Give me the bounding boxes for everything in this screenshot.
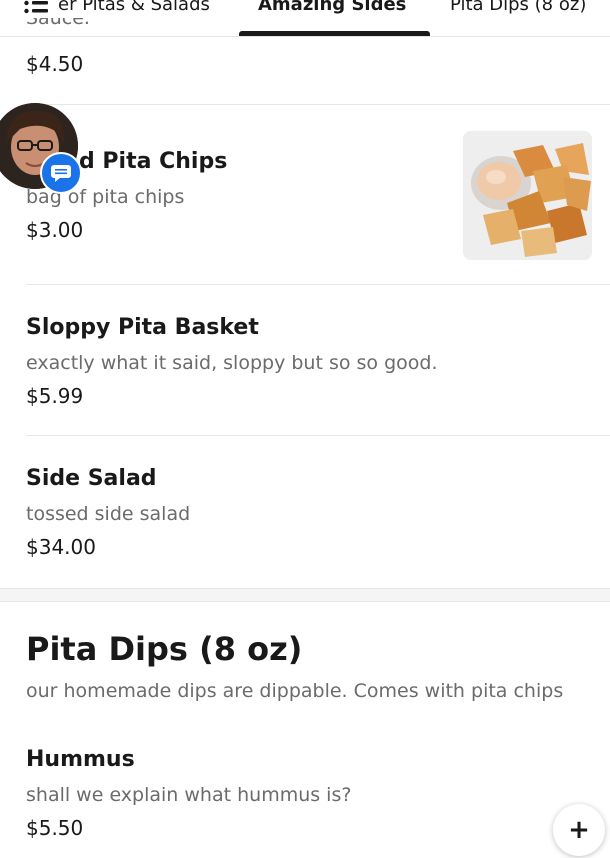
item-price: $34.00 bbox=[26, 535, 96, 559]
item-price: $5.50 bbox=[26, 816, 84, 840]
item-title: d Pita Chips bbox=[79, 149, 228, 174]
tab-pita-dips[interactable]: Pita Dips (8 oz) bbox=[450, 0, 586, 16]
section-separator bbox=[0, 588, 610, 602]
item-title: Side Salad bbox=[26, 466, 157, 491]
tab-pitas-salads[interactable]: er Pitas & Salads bbox=[58, 0, 210, 16]
divider bbox=[26, 104, 610, 105]
item-description: exactly what it said, sloppy but so so g… bbox=[26, 352, 438, 374]
list-icon[interactable] bbox=[24, 0, 50, 16]
item-price: $3.00 bbox=[26, 218, 84, 242]
divider bbox=[26, 435, 610, 436]
prev-item-price: $4.50 bbox=[26, 52, 84, 76]
plus-icon: + bbox=[568, 815, 590, 845]
divider bbox=[26, 284, 610, 285]
pita-chips-photo bbox=[463, 131, 592, 260]
item-price: $5.99 bbox=[26, 384, 84, 408]
message-icon[interactable] bbox=[40, 152, 82, 194]
section-description: our homemade dips are dippable. Comes wi… bbox=[26, 680, 564, 702]
item-description: tossed side salad bbox=[26, 503, 191, 525]
category-tab-bar: er Pitas & Salads Amazing Sides Pita Dip… bbox=[0, 0, 610, 37]
item-title: Sloppy Pita Basket bbox=[26, 315, 259, 340]
item-description: shall we explain what hummus is? bbox=[26, 784, 352, 806]
tab-amazing-sides[interactable]: Amazing Sides bbox=[258, 0, 406, 16]
section-title: Pita Dips (8 oz) bbox=[26, 630, 303, 668]
item-title: Hummus bbox=[26, 747, 135, 772]
add-item-button[interactable]: + bbox=[553, 804, 605, 856]
active-tab-indicator bbox=[239, 31, 430, 36]
prev-item-desc: Sauce. bbox=[26, 18, 90, 28]
